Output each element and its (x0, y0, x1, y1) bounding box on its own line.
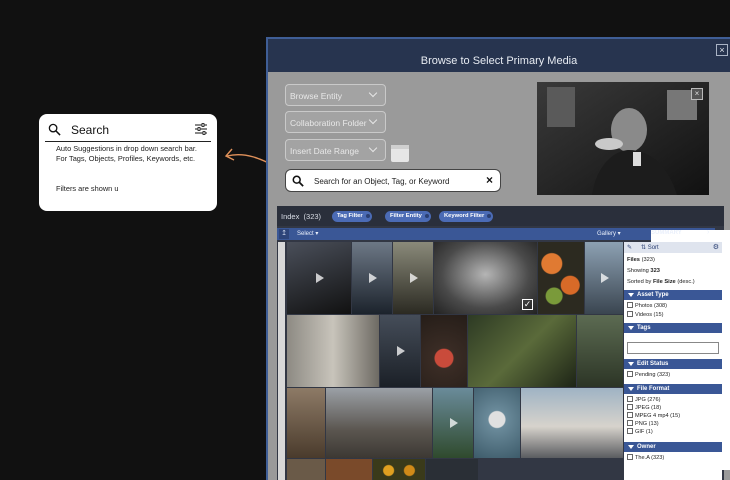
preview-photo (537, 82, 709, 195)
media-tile[interactable] (577, 315, 623, 387)
annotation-search-label: Search (71, 123, 110, 137)
caret-down-icon (628, 445, 634, 449)
gallery-view-dropdown[interactable]: Gallery ▾ (597, 230, 621, 237)
media-tile[interactable] (521, 388, 623, 458)
chevron-down-icon (368, 88, 378, 98)
media-tile[interactable] (468, 315, 576, 387)
chip-remove-icon (487, 214, 492, 218)
asset-type-option[interactable]: Photos (308) (627, 302, 667, 309)
tags-input[interactable] (627, 342, 719, 354)
select-menu-button[interactable]: Select ▾ (297, 230, 318, 237)
collapse-summary-button[interactable]: › (707, 229, 709, 236)
play-icon (601, 273, 609, 283)
dialog-header: Browse to Select Primary Media × (268, 39, 730, 72)
annotation-card: Search Auto Suggestions in drop down sea… (39, 114, 217, 211)
asset-type-option[interactable]: Videos (15) (627, 311, 664, 318)
chevron-down-icon (368, 143, 378, 153)
date-range-dropdown[interactable]: Insert Date Range (285, 139, 386, 161)
edit-icon[interactable]: ✎ (627, 244, 632, 251)
media-tile[interactable] (287, 242, 351, 314)
upload-icon[interactable]: ↥ (279, 229, 289, 239)
calendar-icon[interactable] (391, 145, 409, 162)
chip-remove-icon (424, 214, 429, 218)
media-tile[interactable] (585, 242, 623, 314)
summary-panel: ✎ ⇅ Sort ⚙ Files (323) Showing 323 Sorte… (624, 242, 722, 480)
media-tile[interactable] (352, 242, 392, 314)
keyword-filter-chip[interactable]: Keyword Filter (439, 211, 494, 222)
edit-status-option[interactable]: Pending (323) (627, 371, 670, 378)
chevron-down-icon (368, 115, 378, 125)
files-count: Files (323) (627, 257, 655, 263)
media-tile[interactable] (373, 459, 425, 480)
media-tile[interactable] (326, 388, 432, 458)
tag-filter-chip[interactable]: Tag Filter (332, 211, 372, 222)
grid-scrollbar[interactable] (278, 242, 285, 480)
browse-media-dialog: Browse to Select Primary Media × Browse … (266, 37, 730, 480)
owner-header[interactable]: Owner (624, 442, 722, 452)
file-format-option[interactable]: GIF (1) (627, 428, 653, 435)
collaboration-folder-dropdown[interactable]: Collaboration Folder (285, 111, 386, 133)
dialog-title: Browse to Select Primary Media (420, 55, 578, 67)
gear-icon[interactable]: ⚙ (713, 243, 719, 251)
play-icon (397, 346, 405, 356)
play-icon (316, 273, 324, 283)
media-tile[interactable] (433, 388, 473, 458)
caret-down-icon (628, 293, 634, 297)
media-tile[interactable] (421, 315, 467, 387)
media-tile[interactable] (426, 459, 478, 480)
search-icon (48, 123, 61, 136)
media-grid: ✓ (287, 242, 623, 480)
filter-sliders-icon (195, 123, 207, 135)
file-format-option[interactable]: JPG (276) (627, 396, 661, 403)
clear-search-button[interactable]: × (486, 173, 493, 187)
media-tile[interactable] (287, 459, 325, 480)
browse-entity-dropdown[interactable]: Browse Entity (285, 84, 386, 106)
file-format-option[interactable]: MPEG 4 mp4 (15) (627, 412, 680, 419)
caret-down-icon (628, 362, 634, 366)
media-tile[interactable] (538, 242, 584, 314)
annotation-search-bar: Search (45, 120, 211, 142)
index-label: Index (323) (281, 212, 322, 221)
chip-remove-icon (365, 214, 370, 218)
media-tile[interactable] (287, 388, 325, 458)
caret-down-icon (628, 326, 634, 330)
play-icon (369, 273, 377, 283)
annotation-filters-note: Filters are shown u (56, 184, 119, 193)
search-placeholder: Search for an Object, Tag, or Keyword (314, 177, 450, 186)
media-search-input[interactable]: Search for an Object, Tag, or Keyword × (285, 169, 501, 192)
media-tile[interactable] (380, 315, 420, 387)
index-header: Index (323) Tag Filter Filter Entity Key… (277, 206, 724, 226)
caret-down-icon (628, 387, 634, 391)
media-tile[interactable] (474, 388, 520, 458)
media-tile[interactable]: ✓ (434, 242, 537, 314)
sorted-by: Sorted by File Size (desc.) (627, 279, 695, 285)
play-icon (450, 418, 458, 428)
media-tile[interactable] (393, 242, 433, 314)
edit-status-header[interactable]: Edit Status (624, 359, 722, 369)
primary-media-preview: × (537, 82, 709, 195)
media-tile[interactable] (287, 315, 379, 387)
index-panel: Index (323) Tag Filter Filter Entity Key… (277, 206, 730, 480)
file-format-header[interactable]: File Format (624, 384, 722, 394)
selected-check-icon: ✓ (522, 299, 533, 310)
owner-option[interactable]: The.A (323) (627, 454, 664, 461)
play-icon (410, 273, 418, 283)
tags-header[interactable]: Tags (624, 323, 722, 333)
dialog-close-button[interactable]: × (716, 44, 728, 56)
index-toolbar: ↥ Select ▾ Gallery ▾ SUMMARY › (277, 228, 730, 470)
asset-type-header[interactable]: Asset Type (624, 290, 722, 300)
search-icon (292, 175, 304, 187)
showing-count: Showing 323 (627, 268, 660, 274)
annotation-description: Auto Suggestions in drop down search bar… (56, 144, 197, 163)
filter-entity-chip[interactable]: Filter Entity (385, 211, 431, 222)
sort-button[interactable]: ⇅ Sort (641, 244, 659, 251)
summary-toolbar: ✎ ⇅ Sort ⚙ (624, 242, 722, 253)
file-format-option[interactable]: JPEG (18) (627, 404, 661, 411)
file-format-option[interactable]: PNG (13) (627, 420, 659, 427)
preview-close-button[interactable]: × (691, 88, 703, 100)
media-tile[interactable] (326, 459, 372, 480)
